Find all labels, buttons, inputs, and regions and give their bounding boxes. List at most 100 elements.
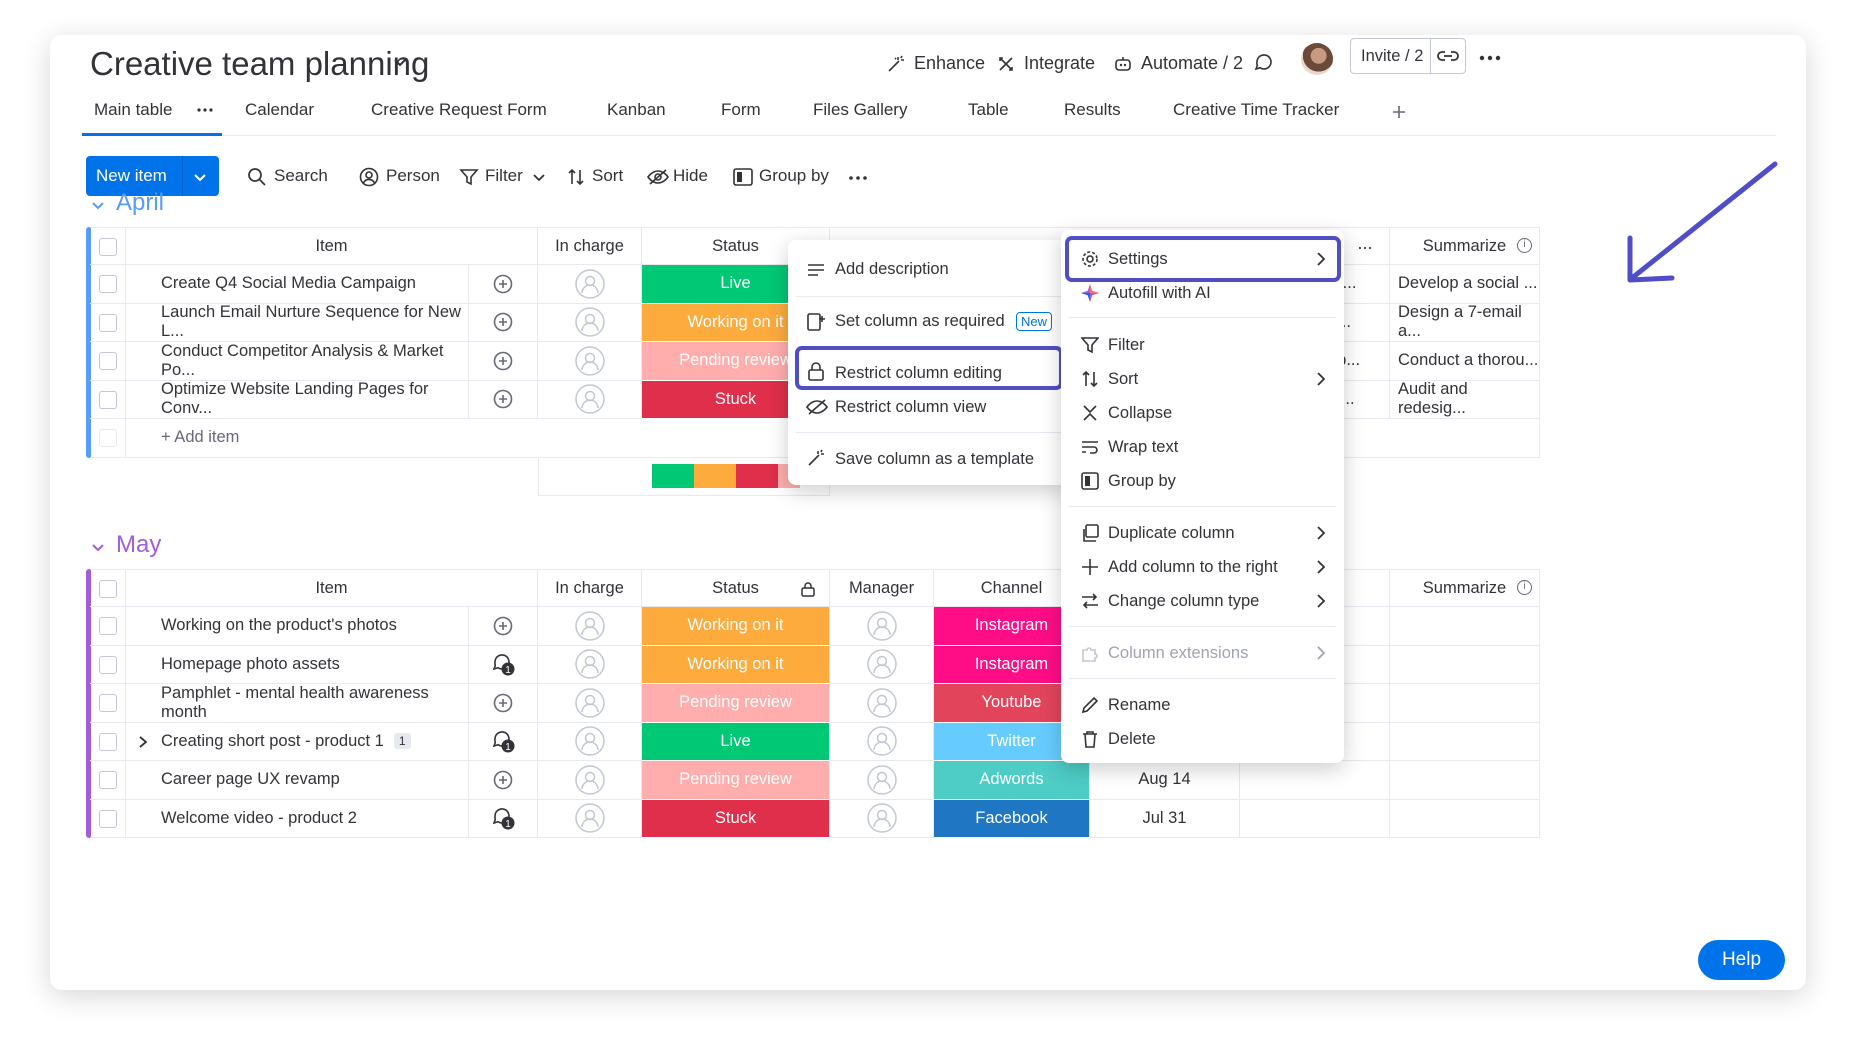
item-name-cell[interactable]: Welcome video - product 2 xyxy=(126,799,469,838)
summarize-cell[interactable] xyxy=(1390,645,1540,684)
collapse-group-icon[interactable] xyxy=(90,198,106,214)
date-cell[interactable]: Aug 14 xyxy=(1090,761,1240,800)
tab-table[interactable]: Table xyxy=(968,100,1009,120)
integrate-button[interactable]: Integrate xyxy=(996,53,1095,74)
change-column-type-item[interactable]: Change column type xyxy=(1108,592,1259,611)
person-cell[interactable] xyxy=(538,342,642,381)
item-name[interactable]: Conduct Competitor Analysis & Market Po.… xyxy=(161,342,468,380)
column-more-icon[interactable]: ··· xyxy=(1357,237,1373,258)
column-header-in-charge[interactable]: In charge xyxy=(538,569,642,607)
invite-button[interactable]: Invite / 2 xyxy=(1361,47,1423,66)
item-name[interactable]: Launch Email Nurture Sequence for New L.… xyxy=(161,303,468,341)
item-name-cell[interactable]: Optimize Website Landing Pages for Conv.… xyxy=(126,380,469,419)
group-by-button[interactable]: Group by xyxy=(759,166,829,186)
rename-item[interactable]: Rename xyxy=(1108,696,1170,715)
item-name[interactable]: Pamphlet - mental health awareness month xyxy=(161,684,468,722)
group-by-item[interactable]: Group by xyxy=(1108,472,1176,491)
header-checkbox-cell[interactable] xyxy=(90,227,126,265)
row-checkbox[interactable] xyxy=(99,390,117,409)
item-name[interactable]: Creating short post - product 1 xyxy=(161,732,384,751)
row-checkbox[interactable] xyxy=(99,771,117,789)
chevron-down-icon[interactable] xyxy=(192,169,208,185)
column-header-item[interactable]: Item xyxy=(126,569,538,607)
row-checkbox-cell[interactable] xyxy=(90,380,126,419)
user-avatar[interactable] xyxy=(1301,43,1333,75)
row-checkbox[interactable] xyxy=(99,694,117,712)
summarize-cell[interactable]: Develop a social ... xyxy=(1390,265,1540,304)
person-cell[interactable] xyxy=(538,684,642,723)
filter-item[interactable]: Filter xyxy=(1108,336,1145,355)
add-update-button[interactable] xyxy=(469,761,538,800)
tab-more-icon[interactable] xyxy=(196,105,214,115)
row-checkbox[interactable] xyxy=(99,275,117,293)
person-cell[interactable] xyxy=(538,761,642,800)
summarize-cell[interactable] xyxy=(1390,761,1540,800)
row-checkbox[interactable] xyxy=(99,313,117,332)
person-cell[interactable] xyxy=(538,799,642,838)
item-name-cell[interactable]: Pamphlet - mental health awareness month xyxy=(126,684,469,723)
status-cell[interactable]: Live xyxy=(642,722,830,761)
item-name[interactable]: Homepage photo assets xyxy=(161,655,340,674)
set-required-item[interactable]: Set column as required xyxy=(835,312,1005,331)
manager-cell[interactable] xyxy=(830,761,934,800)
item-name[interactable]: Optimize Website Landing Pages for Conv.… xyxy=(161,380,468,418)
row-checkbox-cell[interactable] xyxy=(90,799,126,838)
hide-button[interactable]: Hide xyxy=(673,166,708,186)
add-view-icon[interactable] xyxy=(1391,104,1407,120)
person-cell[interactable] xyxy=(538,722,642,761)
item-name-cell[interactable]: Creating short post - product 1 1 xyxy=(126,722,469,761)
column-header-manager[interactable]: Manager xyxy=(830,569,934,607)
restrict-column-view-item[interactable]: Restrict column view xyxy=(835,398,986,417)
automate-button[interactable]: Automate / 2 xyxy=(1113,53,1243,74)
channel-cell[interactable]: Adwords xyxy=(934,761,1090,800)
row-checkbox-cell[interactable] xyxy=(90,722,126,761)
row-checkbox[interactable] xyxy=(99,655,117,674)
more-toolbar-icon[interactable] xyxy=(848,173,868,183)
autofill-ai-item[interactable]: Autofill with AI xyxy=(1108,284,1211,303)
row-checkbox-cell[interactable] xyxy=(90,761,126,800)
column-header-item[interactable]: Item xyxy=(126,227,538,265)
delete-item[interactable]: Delete xyxy=(1108,730,1156,749)
item-name[interactable]: Working on the product's photos xyxy=(161,616,397,635)
chat-icon[interactable] xyxy=(1253,51,1275,73)
group-title-april[interactable]: April xyxy=(116,189,164,217)
add-update-button[interactable] xyxy=(469,380,538,419)
item-name[interactable]: Career page UX revamp xyxy=(161,770,340,789)
manager-cell[interactable] xyxy=(830,607,934,646)
summarize-cell[interactable] xyxy=(1390,684,1540,723)
summarize-cell[interactable]: Conduct a thorou... xyxy=(1390,342,1540,381)
add-update-button[interactable] xyxy=(469,265,538,304)
add-update-button[interactable] xyxy=(469,342,538,381)
manager-cell[interactable] xyxy=(830,684,934,723)
group-title-may[interactable]: May xyxy=(116,531,161,559)
duplicate-column-item[interactable]: Duplicate column xyxy=(1108,524,1235,543)
person-filter-button[interactable]: Person xyxy=(386,166,440,186)
item-name-cell[interactable]: Homepage photo assets xyxy=(126,645,469,684)
manager-cell[interactable] xyxy=(830,722,934,761)
column-header-in-charge[interactable]: In charge xyxy=(538,227,642,265)
item-name[interactable]: Welcome video - product 2 xyxy=(161,809,357,828)
sort-item[interactable]: Sort xyxy=(1108,370,1138,389)
help-button[interactable]: Help xyxy=(1698,940,1785,980)
summarize-cell[interactable]: Design a 7-email a... xyxy=(1390,303,1540,342)
wrap-text-item[interactable]: Wrap text xyxy=(1108,438,1178,457)
status-cell[interactable]: Working on it xyxy=(642,607,830,646)
chevron-down-icon[interactable] xyxy=(532,171,546,185)
item-name-cell[interactable]: Conduct Competitor Analysis & Market Po.… xyxy=(126,342,469,381)
status-cell[interactable]: Pending review xyxy=(642,684,830,723)
tab-creative-request-form[interactable]: Creative Request Form xyxy=(371,100,547,120)
updates-button[interactable]: 1 xyxy=(469,645,538,684)
tab-form[interactable]: Form xyxy=(721,100,761,120)
header-checkbox-cell[interactable] xyxy=(90,569,126,607)
status-cell[interactable]: Working on it xyxy=(642,645,830,684)
empty-cell[interactable] xyxy=(1240,799,1390,838)
expand-subitems-icon[interactable] xyxy=(138,735,148,749)
row-checkbox[interactable] xyxy=(99,352,117,370)
row-checkbox-cell[interactable] xyxy=(90,684,126,723)
chevron-down-icon[interactable] xyxy=(392,55,408,71)
sort-button[interactable]: Sort xyxy=(592,166,623,186)
manager-cell[interactable] xyxy=(830,799,934,838)
more-options-icon[interactable] xyxy=(1477,48,1503,68)
filter-button[interactable]: Filter xyxy=(485,166,523,186)
summarize-cell[interactable] xyxy=(1390,607,1540,646)
